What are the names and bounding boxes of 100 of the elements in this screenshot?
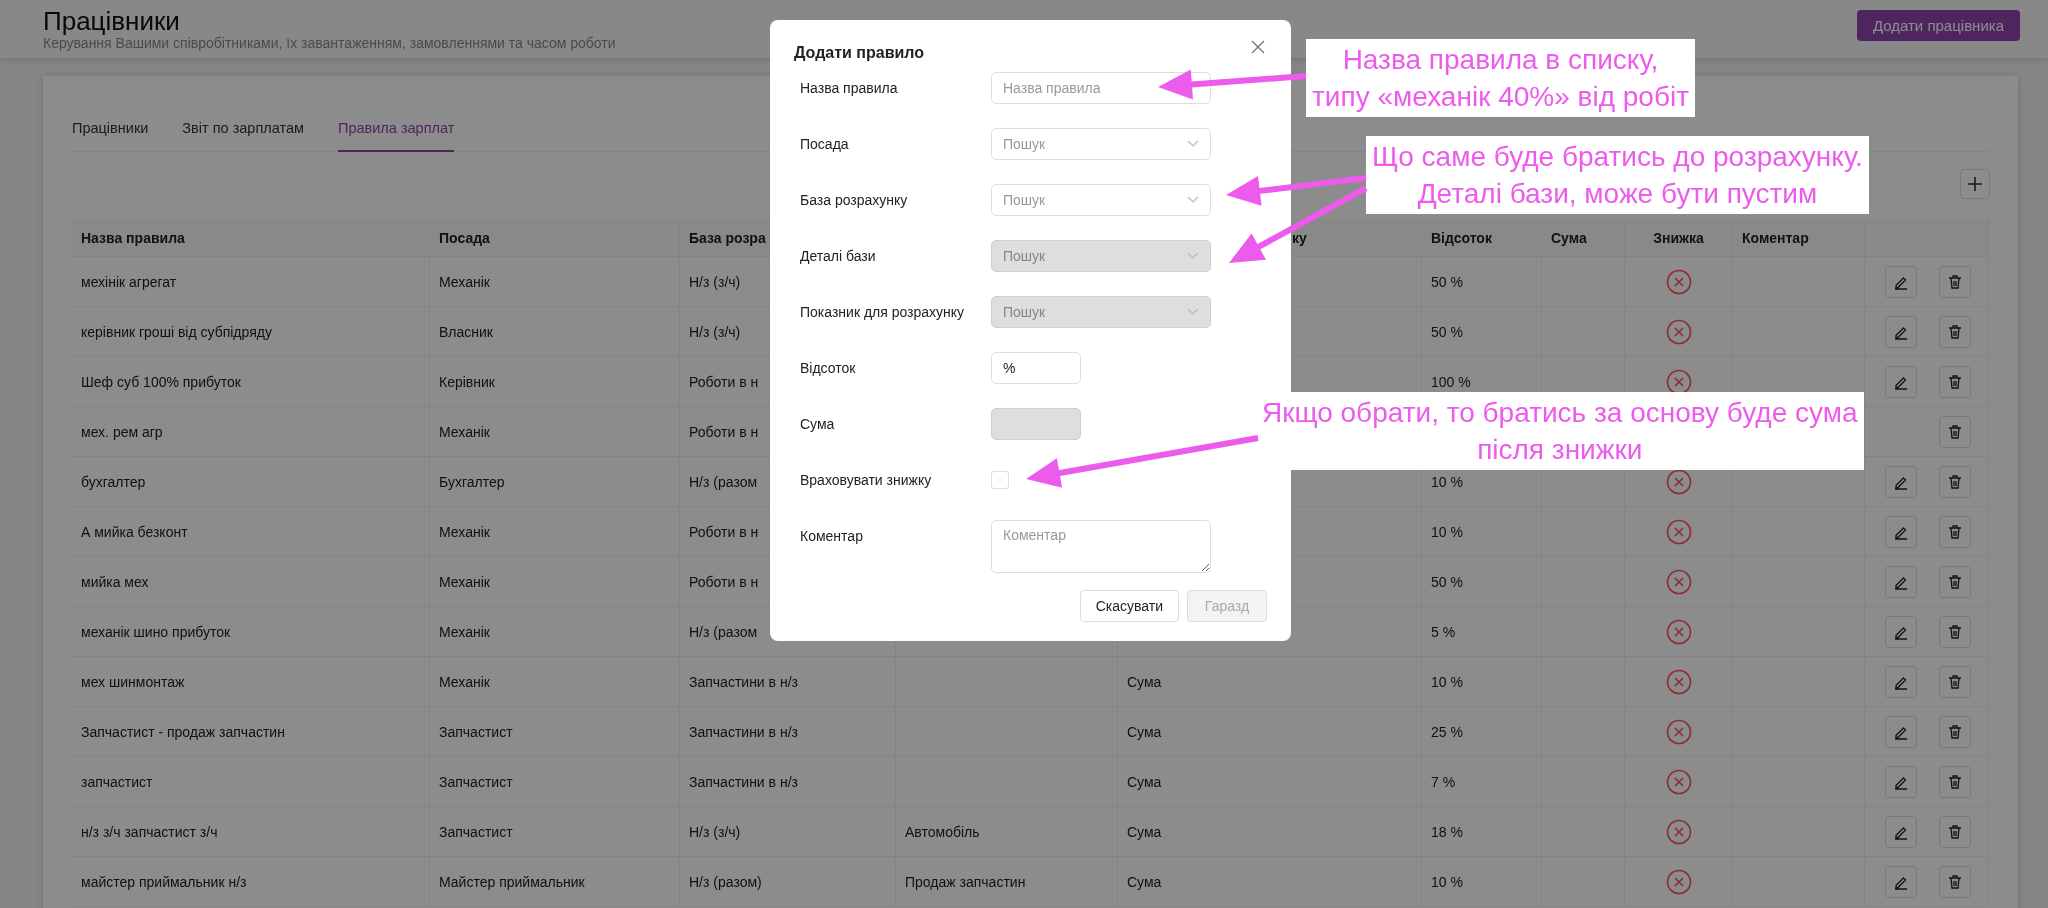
- edit-button[interactable]: [1885, 715, 1917, 748]
- trash-icon: [1947, 323, 1963, 340]
- delete-button[interactable]: [1939, 315, 1971, 348]
- field-label: Деталі бази: [800, 248, 877, 264]
- table-cell: 50 %: [1431, 323, 1463, 340]
- edit-button[interactable]: [1885, 265, 1917, 298]
- tab[interactable]: Правила зарплат: [338, 112, 455, 152]
- table-cell: мех. рем агр: [81, 423, 163, 440]
- trash-icon: [1947, 673, 1963, 690]
- delete-button[interactable]: [1939, 615, 1971, 648]
- delete-button[interactable]: [1939, 865, 1971, 898]
- add-employee-button[interactable]: Додати працівника: [1856, 10, 2020, 41]
- column-header: ку: [1292, 229, 1307, 246]
- delete-button[interactable]: [1939, 415, 1971, 448]
- close-icon[interactable]: [1251, 40, 1265, 54]
- chevron-icon: [1187, 308, 1199, 316]
- select-field[interactable]: Пошук: [991, 184, 1211, 216]
- delete-button[interactable]: [1939, 715, 1971, 748]
- table-cell: Сума: [1127, 873, 1162, 890]
- column-header: Назва правила: [81, 229, 185, 246]
- field-label: Відсоток: [800, 360, 857, 376]
- tab[interactable]: Працівники: [72, 112, 149, 150]
- dialog-title: Додати правило: [794, 44, 925, 62]
- table-cell: 10 %: [1431, 873, 1463, 890]
- trash-icon: [1947, 573, 1963, 590]
- table-cell: Роботи в н: [689, 573, 759, 590]
- edit-button[interactable]: [1885, 465, 1917, 498]
- table-cell: Сума: [1127, 823, 1162, 840]
- edit-button[interactable]: [1885, 515, 1917, 548]
- table-cell: мехінік агрегат: [81, 273, 177, 290]
- table-cell: запчастист: [81, 773, 153, 790]
- comment-field[interactable]: Коментар: [991, 520, 1211, 573]
- table-cell: Запчастист: [439, 823, 513, 840]
- add-rule-button[interactable]: [1960, 169, 1990, 199]
- tab[interactable]: Звіт по зарплатам: [182, 112, 304, 150]
- table-cell: Запчастист: [439, 773, 513, 790]
- table-cell: 50 %: [1431, 273, 1463, 290]
- column-header: Знижка: [1653, 229, 1704, 246]
- trash-icon: [1947, 373, 1963, 390]
- edit-button[interactable]: [1885, 765, 1917, 798]
- field-label: Сума: [800, 416, 836, 432]
- table-cell: Автомобіль: [905, 823, 980, 840]
- table-cell: Н/з (разом: [689, 473, 758, 490]
- edit-button[interactable]: [1885, 365, 1917, 398]
- table-cell: Запчастист: [439, 723, 513, 740]
- table-cell: Майстер приймальник: [439, 873, 585, 890]
- field-label: Посада: [800, 136, 850, 152]
- table-cell: Сума: [1127, 673, 1162, 690]
- table-cell: Продаж запчастин: [905, 873, 1026, 890]
- trash-icon: [1947, 773, 1963, 790]
- field-label: Коментар: [800, 527, 864, 544]
- delete-button[interactable]: [1939, 465, 1971, 498]
- delete-button[interactable]: [1939, 265, 1971, 298]
- trash-icon: [1947, 623, 1963, 640]
- table-cell: Н/з (разом: [689, 623, 758, 640]
- table-cell: Власник: [439, 323, 493, 340]
- number-field[interactable]: %: [991, 352, 1081, 384]
- table-cell: Механік: [439, 623, 490, 640]
- checkbox[interactable]: [991, 471, 1009, 489]
- field-label: Назва правила: [800, 80, 899, 96]
- table-cell: мийка мех: [81, 573, 149, 590]
- trash-icon: [1947, 273, 1963, 290]
- table-cell: 10 %: [1431, 673, 1463, 690]
- select-field[interactable]: Пошук: [991, 128, 1211, 160]
- table-cell: Роботи в н: [689, 423, 759, 440]
- table-cell: Сума: [1127, 773, 1162, 790]
- column-header: Відсоток: [1431, 229, 1492, 246]
- trash-icon: [1947, 723, 1963, 740]
- delete-button[interactable]: [1939, 515, 1971, 548]
- field-label: Враховувати знижку: [800, 472, 933, 488]
- column-header: База розра: [689, 229, 766, 246]
- table-cell: Сума: [1127, 723, 1162, 740]
- edit-button[interactable]: [1885, 865, 1917, 898]
- table-cell: Роботи в н: [689, 373, 759, 390]
- field-label: База розрахунку: [800, 192, 909, 208]
- delete-button[interactable]: [1939, 815, 1971, 848]
- page-subtitle: Керування Вашими співробітниками, їх завантаженням, замовленнями та часом роботи: [43, 35, 616, 51]
- cancel-button[interactable]: Скасувати: [1079, 590, 1179, 622]
- edit-button[interactable]: [1885, 815, 1917, 848]
- table-cell: мех шинмонтаж: [81, 673, 185, 690]
- page-title: Працівники: [43, 7, 181, 35]
- delete-button[interactable]: [1939, 365, 1971, 398]
- edit-button[interactable]: [1885, 315, 1917, 348]
- table-cell: Н/з (разом): [689, 873, 762, 890]
- table-cell: 18 %: [1431, 823, 1463, 840]
- table-cell: 5 %: [1431, 623, 1456, 640]
- edit-button[interactable]: [1885, 665, 1917, 698]
- edit-button[interactable]: [1885, 615, 1917, 648]
- table-cell: 25 %: [1431, 723, 1463, 740]
- plus-icon: [1967, 176, 1983, 192]
- field-label: Показник для розрахунку: [800, 304, 966, 320]
- chevron-icon: [1187, 140, 1199, 148]
- annotation-note: Назва правила в списку, типу «механік 40%» від робіт: [1306, 39, 1695, 117]
- delete-button[interactable]: [1939, 665, 1971, 698]
- delete-button[interactable]: [1939, 765, 1971, 798]
- table-cell: Механік: [439, 523, 490, 540]
- table-cell: 100 %: [1431, 373, 1471, 390]
- table-cell: Керівник: [439, 373, 495, 390]
- delete-button[interactable]: [1939, 565, 1971, 598]
- edit-button[interactable]: [1885, 565, 1917, 598]
